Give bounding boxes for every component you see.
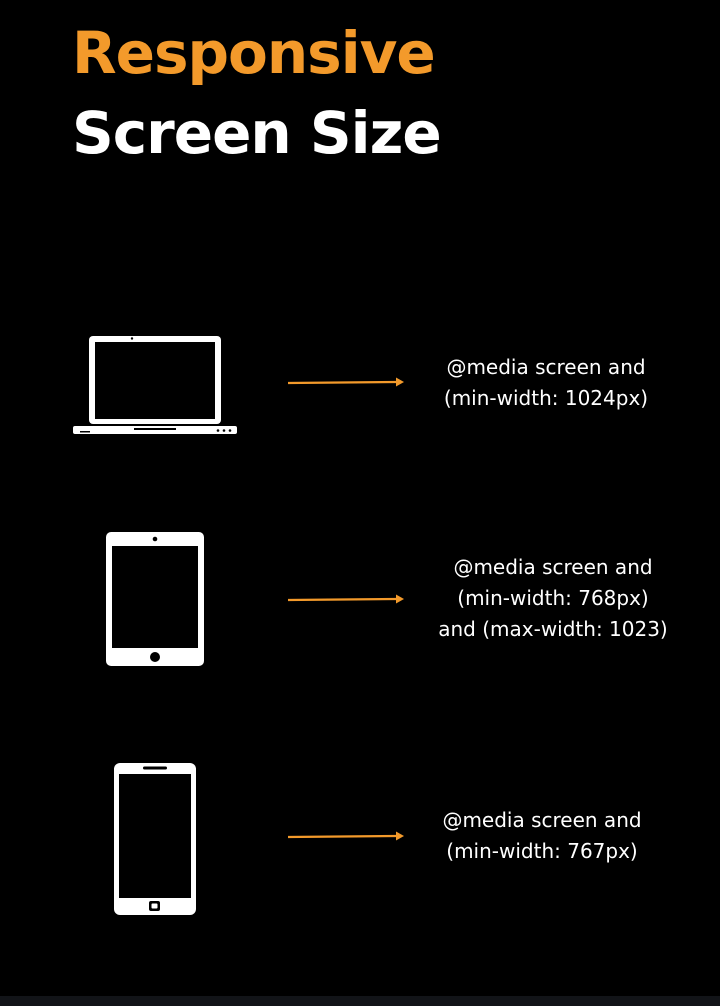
media-query-line: @media screen and xyxy=(442,808,642,832)
tablet-icon xyxy=(106,532,204,666)
arrow-icon xyxy=(287,594,404,604)
title-responsive: Responsive xyxy=(72,19,436,87)
bottom-bar xyxy=(0,996,720,1006)
media-query-line: @media screen and xyxy=(453,555,653,579)
media-query-line: (min-width: 768px) xyxy=(457,586,649,610)
media-query-line: (min-width: 1024px) xyxy=(443,386,649,410)
media-query-tablet: @media screen and (min-width: 768px) and… xyxy=(418,552,688,645)
phone-icon xyxy=(114,763,196,915)
media-query-laptop: @media screen and (min-width: 1024px) xyxy=(410,352,682,414)
media-query-line: (min-width: 767px) xyxy=(446,839,638,863)
arrow-icon xyxy=(287,831,404,841)
arrow-icon xyxy=(287,377,404,387)
title-screen-size: Screen Size xyxy=(72,99,442,167)
media-query-line: @media screen and xyxy=(446,355,646,379)
laptop-icon xyxy=(73,336,237,434)
media-query-phone: @media screen and (min-width: 767px) xyxy=(406,805,678,867)
media-query-line: and (max-width: 1023) xyxy=(438,617,668,641)
